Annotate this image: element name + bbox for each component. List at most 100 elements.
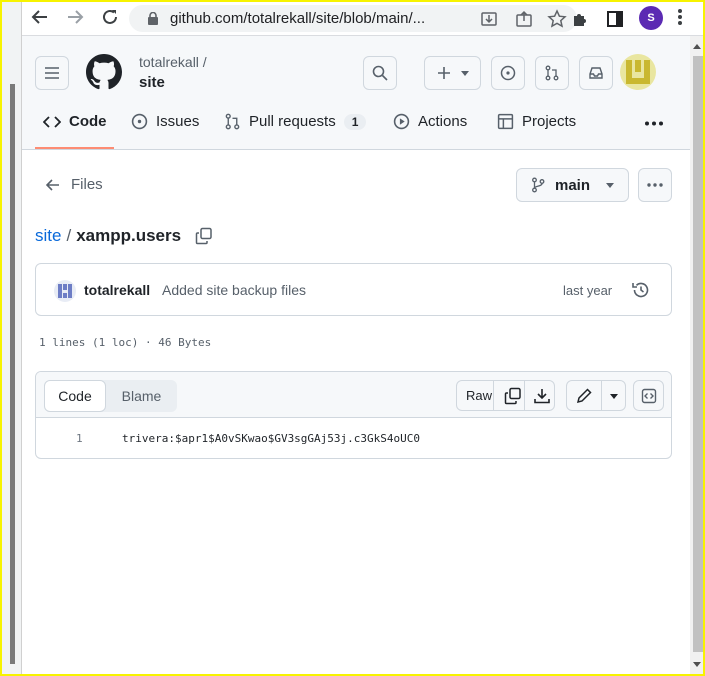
breadcrumb-separator: / xyxy=(66,226,72,245)
github-logo-icon[interactable] xyxy=(86,54,122,90)
edit-dropdown-icon[interactable] xyxy=(610,394,618,399)
identicon-icon xyxy=(626,60,650,84)
page-scrollbar[interactable] xyxy=(690,36,703,674)
files-label: Files xyxy=(71,176,103,193)
create-new-button[interactable] xyxy=(424,56,481,90)
breadcrumb-repo-link[interactable]: site xyxy=(35,226,61,246)
left-window-strip xyxy=(2,2,22,674)
branch-name: main xyxy=(555,176,591,194)
tab-pull-requests-label: Pull requests xyxy=(249,113,336,130)
identicon-icon xyxy=(58,284,72,298)
browser-toolbar: github.com/totalrekall/site/blob/main/..… xyxy=(22,2,703,36)
code-toolbar: Code Blame Raw xyxy=(36,372,671,418)
triangle-down-icon xyxy=(606,182,615,188)
view-mode-toggle: Code Blame xyxy=(44,380,177,412)
code-square-icon xyxy=(641,388,656,403)
address-bar[interactable]: github.com/totalrekall/site/blob/main/..… xyxy=(129,5,577,32)
github-page: totalrekall / site Code Issues Pull requ… xyxy=(22,36,690,674)
tab-code[interactable]: Code xyxy=(43,113,107,130)
back-to-files-link[interactable]: Files xyxy=(46,176,103,193)
commit-time: last year xyxy=(563,283,613,298)
scroll-down-arrow-icon[interactable] xyxy=(693,662,701,667)
tab-projects-label: Projects xyxy=(522,113,577,130)
back-arrow-icon[interactable] xyxy=(30,7,52,29)
tab-actions-label: Actions xyxy=(418,113,468,130)
git-pull-request-icon xyxy=(545,65,559,81)
tab-blame-view[interactable]: Blame xyxy=(106,380,177,412)
code-icon xyxy=(43,115,61,128)
commit-author-avatar[interactable] xyxy=(54,280,76,302)
kebab-horizontal-icon xyxy=(647,183,663,187)
repo-header: totalrekall / site Code Issues Pull requ… xyxy=(22,36,690,150)
url-text: github.com/totalrekall/site/blob/main/..… xyxy=(170,10,426,27)
symbols-panel-button[interactable] xyxy=(633,380,664,411)
search-icon xyxy=(372,65,388,81)
download-icon[interactable] xyxy=(533,387,551,405)
table-icon xyxy=(497,113,514,130)
user-avatar[interactable] xyxy=(620,54,656,90)
tab-pull-requests[interactable]: Pull requests 1 xyxy=(224,113,367,130)
reload-icon[interactable] xyxy=(100,7,122,29)
breadcrumb-file-name: xampp.users xyxy=(76,226,182,245)
profile-avatar[interactable]: S xyxy=(639,6,663,30)
share-icon[interactable] xyxy=(514,9,534,29)
inbox-button[interactable] xyxy=(579,56,613,90)
history-icon[interactable] xyxy=(631,280,651,300)
edit-actions-group xyxy=(566,380,626,411)
commit-message-link[interactable]: Added site backup files xyxy=(162,282,306,298)
commit-author-link[interactable]: totalrekall xyxy=(84,282,150,298)
git-pull-request-icon xyxy=(225,113,240,130)
pencil-icon[interactable] xyxy=(575,387,593,405)
code-viewer: Code Blame Raw 1 trivera:$apr1$A0vSKwao$… xyxy=(35,371,672,459)
play-icon xyxy=(393,113,410,130)
tab-code-view[interactable]: Code xyxy=(44,380,106,412)
hamburger-menu-button[interactable] xyxy=(35,56,69,90)
side-panel-icon[interactable] xyxy=(605,9,625,29)
pull-requests-shortcut-button[interactable] xyxy=(535,56,569,90)
browser-menu-icon[interactable] xyxy=(677,7,683,27)
hamburger-icon xyxy=(45,67,59,79)
plus-icon xyxy=(437,67,450,79)
line-number[interactable]: 1 xyxy=(76,432,83,445)
repo-owner-link[interactable]: totalrekall / xyxy=(139,54,207,70)
active-tab-underline xyxy=(35,147,114,149)
code-line: 1 trivera:$apr1$A0vSKwao$GV3sgGAj53j.c3G… xyxy=(36,428,671,450)
raw-button[interactable]: Raw xyxy=(466,388,492,403)
copy-raw-icon[interactable] xyxy=(504,387,522,405)
repo-name-link[interactable]: site xyxy=(139,74,165,91)
line-content: trivera:$apr1$A0vSKwao$GV3sgGAj53j.c3GkS… xyxy=(122,432,421,445)
copy-path-icon[interactable] xyxy=(195,227,213,245)
tab-issues-label: Issues xyxy=(156,113,200,130)
file-more-options-button[interactable] xyxy=(638,168,672,202)
inbox-icon xyxy=(589,67,603,79)
tab-code-label: Code xyxy=(69,113,107,130)
screen-frame: github.com/totalrekall/site/blob/main/..… xyxy=(0,0,705,676)
bookmark-star-icon[interactable] xyxy=(547,9,567,29)
latest-commit-box: totalrekall Added site backup files last… xyxy=(35,263,672,316)
pull-requests-count-badge: 1 xyxy=(343,113,367,130)
file-meta-info: 1 lines (1 loc) · 46 Bytes xyxy=(39,336,212,349)
scrollbar-thumb[interactable] xyxy=(693,56,703,652)
divider xyxy=(493,381,494,410)
breadcrumb: site / xampp.users xyxy=(35,226,213,246)
issues-shortcut-button[interactable] xyxy=(491,56,525,90)
divider xyxy=(524,381,525,410)
lock-icon xyxy=(148,12,158,25)
forward-arrow-icon[interactable] xyxy=(65,7,87,29)
issue-opened-icon xyxy=(500,65,516,81)
arrow-left-icon xyxy=(46,178,59,191)
tab-projects[interactable]: Projects xyxy=(497,113,576,130)
raw-actions-group: Raw xyxy=(456,380,555,411)
git-branch-icon xyxy=(532,177,545,193)
issue-opened-icon xyxy=(131,113,148,130)
install-app-icon[interactable] xyxy=(479,9,499,29)
scroll-up-arrow-icon[interactable] xyxy=(693,44,701,49)
tab-actions[interactable]: Actions xyxy=(393,113,467,130)
triangle-down-icon xyxy=(460,70,469,76)
branch-select-button[interactable]: main xyxy=(516,168,629,202)
more-tabs-icon[interactable] xyxy=(644,121,664,126)
extensions-puzzle-icon[interactable] xyxy=(570,9,590,29)
tab-issues[interactable]: Issues xyxy=(131,113,199,130)
left-window-scroll xyxy=(10,84,15,664)
search-button[interactable] xyxy=(363,56,397,90)
